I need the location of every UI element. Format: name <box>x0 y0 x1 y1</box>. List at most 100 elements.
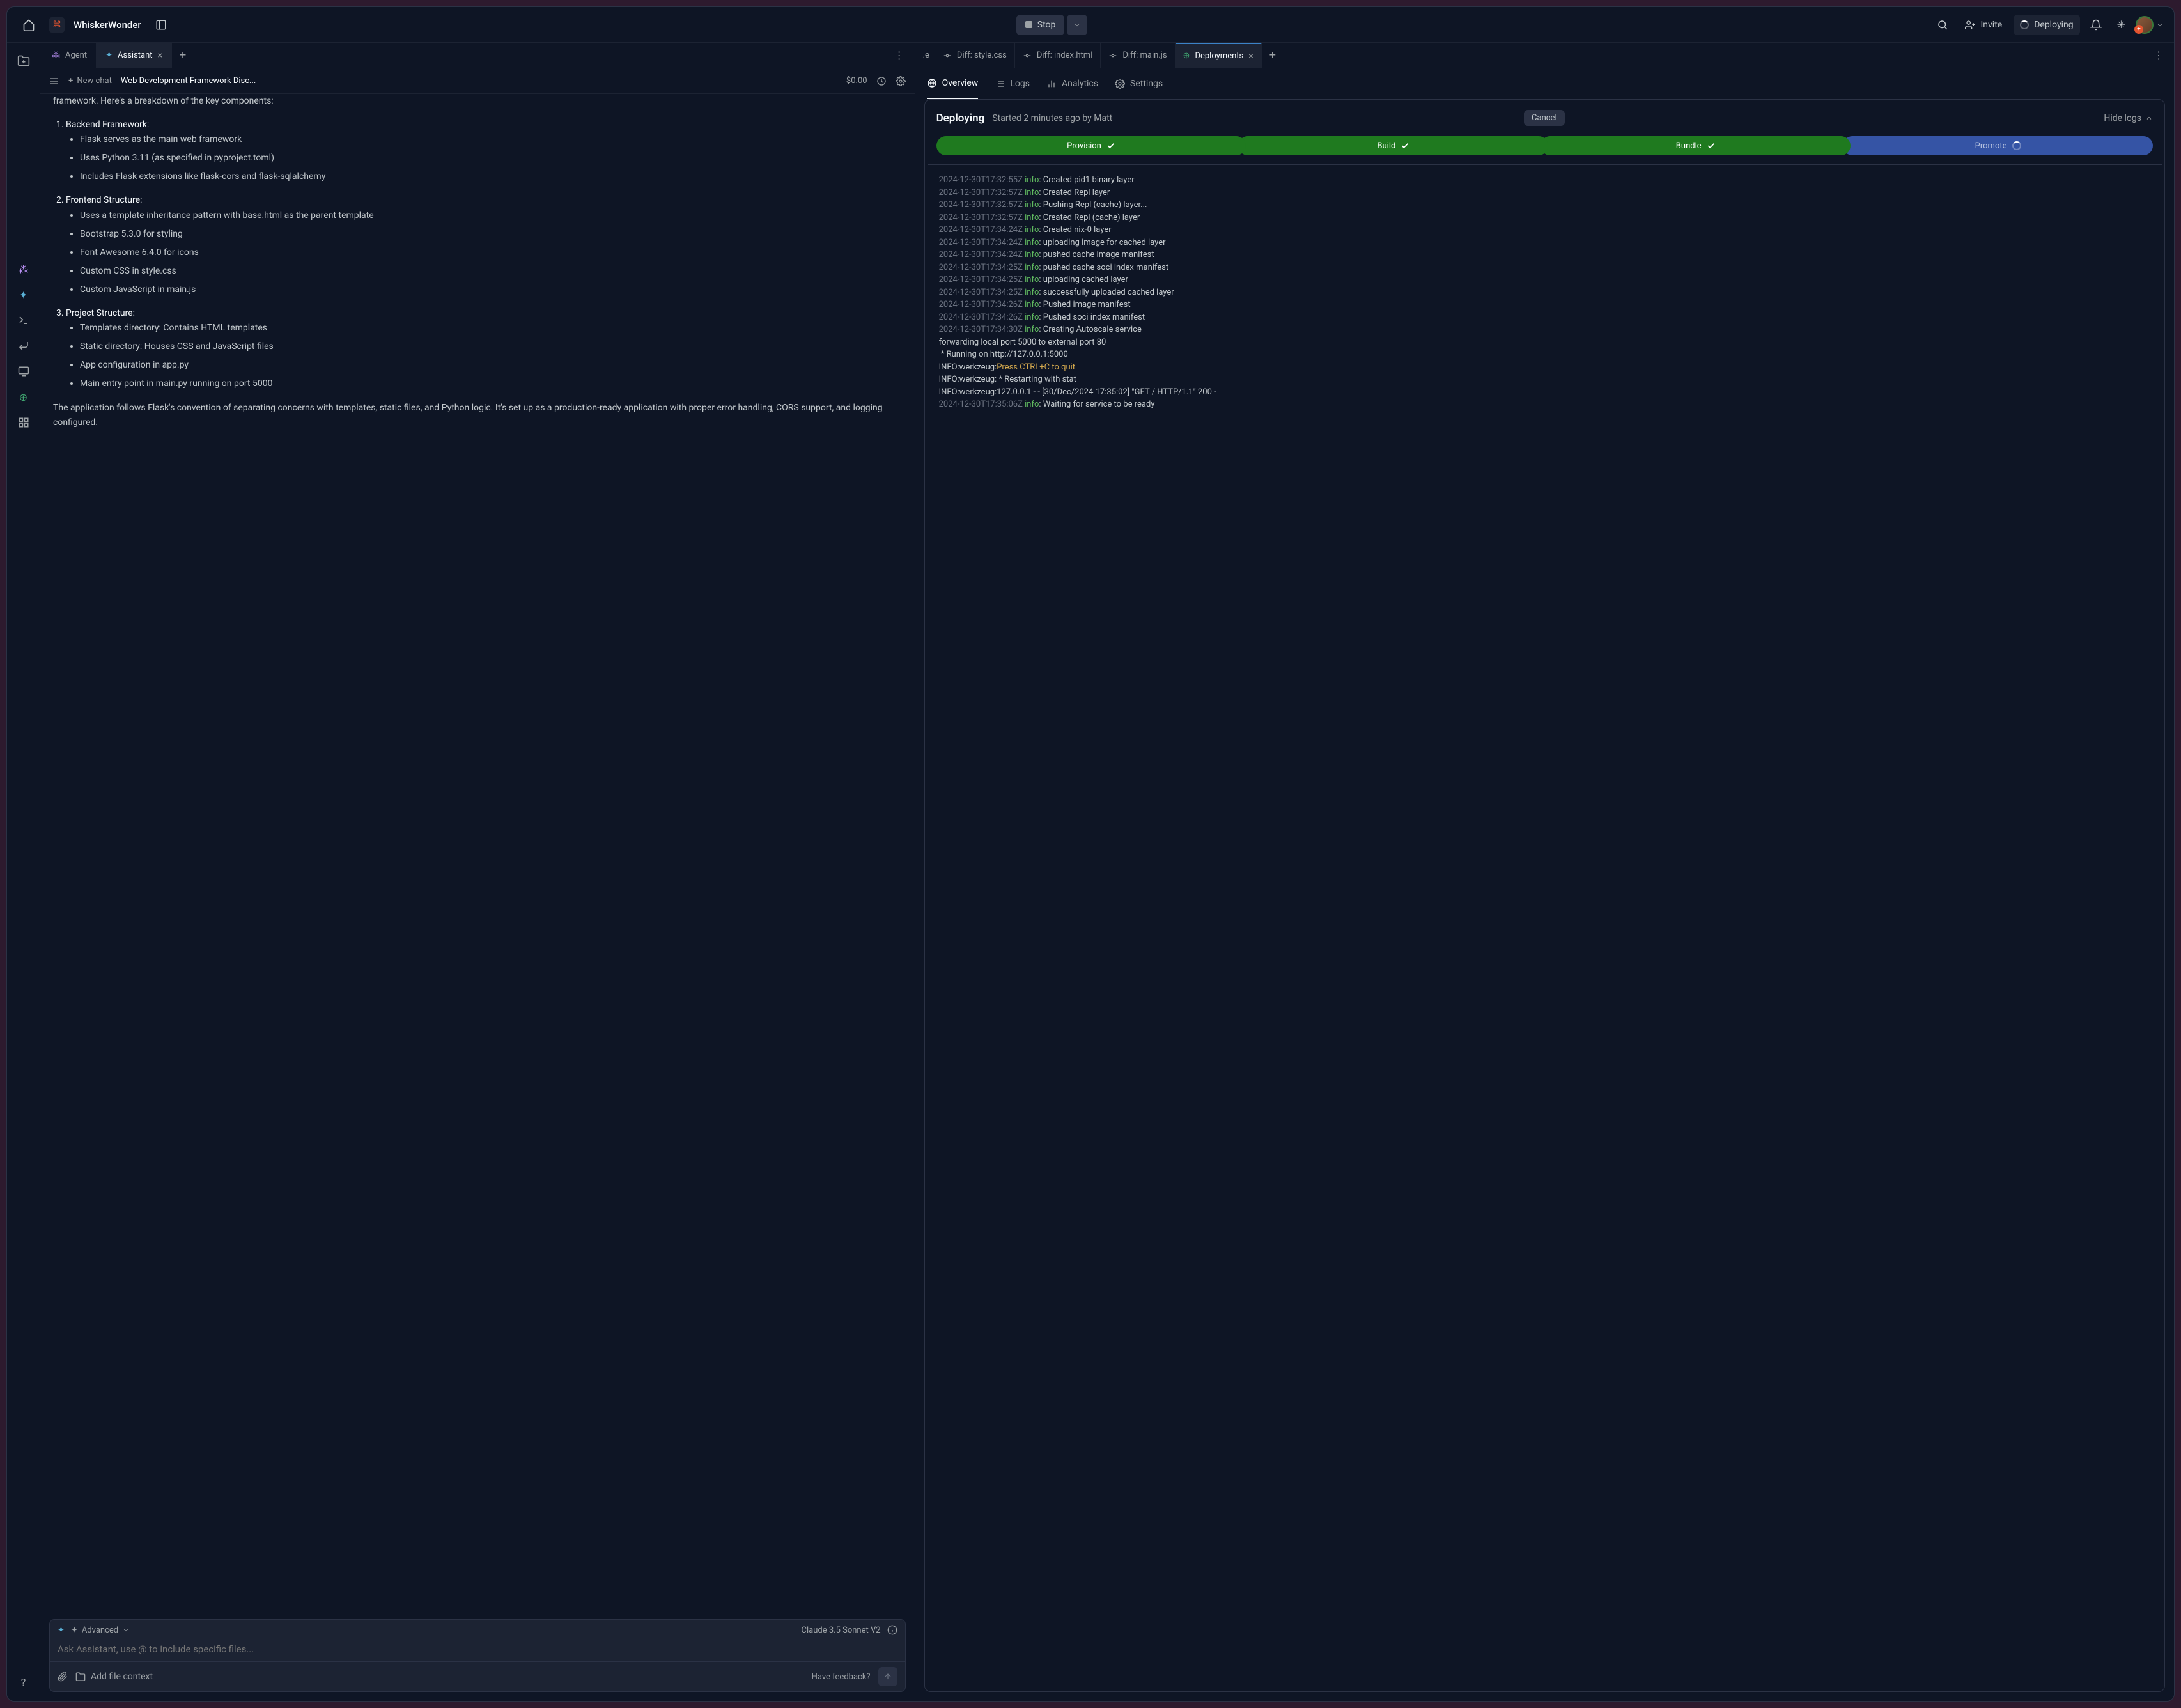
new-file-icon[interactable] <box>11 48 36 74</box>
add-tab-button[interactable]: + <box>1262 49 1284 62</box>
pill-promote: Promote <box>1843 136 2153 155</box>
list-item: Uses Python 3.11 (as specified in pyproj… <box>80 151 902 166</box>
close-icon[interactable]: × <box>1248 51 1253 61</box>
log-line: 2024-12-30T17:32:57Z info: Created Repl … <box>939 187 2150 199</box>
run-dropdown-button[interactable] <box>1067 15 1087 35</box>
rail-apps-icon[interactable] <box>12 411 35 434</box>
deploying-label: Deploying <box>2034 20 2073 30</box>
subtab-overview[interactable]: Overview <box>927 68 979 99</box>
composer-input[interactable] <box>58 1643 897 1655</box>
subtab-analytics[interactable]: Analytics <box>1046 68 1098 99</box>
chevron-down-icon <box>2156 21 2164 29</box>
log-line: INFO:werkzeug:Press CTRL+C to quit <box>939 361 2150 374</box>
log-line: 2024-12-30T17:34:25Z info: pushed cache … <box>939 261 2150 274</box>
spinner-icon <box>2012 141 2021 150</box>
composer: ✦ ✦ Advanced Claude 3.5 Sonnet V2 <box>49 1619 906 1692</box>
chat-text: The application follows Flask's conventi… <box>53 401 902 430</box>
rail-deploy-icon[interactable]: ⊕ <box>12 385 35 408</box>
deploy-title: Deploying <box>936 112 985 125</box>
deploy-panel: Deploying Started 2 minutes ago by Matt … <box>924 99 2165 1692</box>
left-tabs: ⁂ Agent ✦ Assistant × + ⋮ <box>40 43 915 68</box>
log-line: forwarding local port 5000 to external p… <box>939 336 2150 349</box>
git-commit-icon <box>943 51 952 60</box>
feedback-link[interactable]: Have feedback? <box>812 1672 871 1682</box>
deploying-status[interactable]: Deploying <box>2014 15 2079 35</box>
settings-icon[interactable] <box>896 76 906 86</box>
tab-diff-style[interactable]: Diff: style.css <box>935 43 1015 68</box>
info-icon[interactable] <box>887 1625 897 1635</box>
tab-deployments[interactable]: ⊕ Deployments × <box>1176 43 1262 68</box>
avatar: + <box>2136 16 2154 34</box>
tab-more-icon[interactable]: ⋮ <box>887 49 912 61</box>
rail-assistant-icon[interactable]: ✦ <box>12 283 35 306</box>
search-icon[interactable] <box>1932 14 1953 36</box>
chart-icon <box>1046 79 1057 89</box>
list-item: Includes Flask extensions like flask-cor… <box>80 169 902 184</box>
invite-label: Invite <box>1980 20 2002 30</box>
sparkle-icon: ✦ <box>71 1626 78 1635</box>
git-commit-icon <box>1023 51 1032 60</box>
log-line: 2024-12-30T17:34:25Z info: uploading cac… <box>939 274 2150 286</box>
rail-ai-icon[interactable]: ⁂ <box>12 258 35 281</box>
project-name[interactable]: WhiskerWonder <box>74 19 141 31</box>
list-item: App configuration in app.py <box>80 358 902 373</box>
cancel-button[interactable]: Cancel <box>1524 110 1565 126</box>
chat-subheader: +New chat Web Development Framework Disc… <box>40 68 915 94</box>
repl-icon: ⌘ <box>49 17 65 33</box>
check-icon <box>1707 141 1716 150</box>
add-tab-button[interactable]: + <box>172 49 194 62</box>
list-item: Custom CSS in style.css <box>80 264 902 279</box>
list-item: Main entry point in main.py running on p… <box>80 377 902 391</box>
send-button[interactable] <box>878 1667 897 1686</box>
chevron-up-icon <box>2145 114 2153 122</box>
log-line: 2024-12-30T17:34:25Z info: successfully … <box>939 286 2150 299</box>
rail-run-icon[interactable] <box>12 309 35 332</box>
close-icon[interactable]: × <box>158 50 162 61</box>
history-icon[interactable] <box>49 76 59 86</box>
stop-icon <box>1025 21 1032 28</box>
tab-assistant[interactable]: ✦ Assistant × <box>97 43 172 68</box>
tab-diff-main[interactable]: Diff: main.js <box>1101 43 1175 68</box>
panel-layout-icon[interactable] <box>150 14 172 36</box>
grid-icon <box>927 78 937 88</box>
tab-fragment[interactable]: .e <box>918 43 935 68</box>
chat-cost: $0.00 <box>846 76 867 86</box>
log-line: 2024-12-30T17:34:24Z info: uploading ima… <box>939 237 2150 249</box>
rail-shell-icon[interactable] <box>12 334 35 357</box>
home-icon[interactable] <box>17 13 40 36</box>
chevron-down-icon <box>122 1626 130 1634</box>
log-line: 2024-12-30T17:32:55Z info: Created pid1 … <box>939 174 2150 187</box>
advanced-toggle[interactable]: ✦ Advanced <box>71 1626 130 1635</box>
rail-preview-icon[interactable] <box>12 360 35 383</box>
chat-body[interactable]: framework. Here's a breakdown of the key… <box>40 94 915 1619</box>
log-line: 2024-12-30T17:35:06Z info: Waiting for s… <box>939 398 2150 411</box>
assistant-icon: ✦ <box>58 1626 65 1635</box>
list-item: Backend Framework: Flask serves as the m… <box>66 118 902 184</box>
stop-button[interactable]: Stop <box>1016 15 1065 35</box>
tab-agent[interactable]: ⁂ Agent <box>43 43 97 68</box>
log-line: INFO:werkzeug:127.0.0.1 - - [30/Dec/2024… <box>939 386 2150 399</box>
new-chat-button[interactable]: +New chat <box>68 76 112 86</box>
invite-button[interactable]: Invite <box>1959 15 2008 35</box>
user-menu[interactable]: + <box>2136 16 2164 34</box>
check-icon <box>1401 141 1409 150</box>
tab-diff-index[interactable]: Diff: index.html <box>1015 43 1101 68</box>
chat-title: Web Development Framework Disc... <box>121 76 837 86</box>
subtab-logs[interactable]: Logs <box>995 68 1030 99</box>
deploy-logs[interactable]: 2024-12-30T17:32:55Z info: Created pid1 … <box>928 164 2162 1691</box>
notifications-icon[interactable] <box>2085 14 2107 36</box>
model-label[interactable]: Claude 3.5 Sonnet V2 <box>802 1626 881 1635</box>
gauge-icon[interactable] <box>876 76 887 86</box>
pill-provision: Provision <box>936 136 1246 155</box>
tab-more-icon[interactable]: ⋮ <box>2146 49 2171 61</box>
progress-pills: Provision Build Bundle Promote <box>925 136 2164 164</box>
theme-icon[interactable]: ✳ <box>2112 13 2131 36</box>
hide-logs-toggle[interactable]: Hide logs <box>2104 113 2153 123</box>
log-line: INFO:werkzeug: * Restarting with stat <box>939 373 2150 386</box>
attach-icon[interactable] <box>58 1672 68 1682</box>
help-icon[interactable]: ? <box>12 1670 35 1693</box>
log-line: 2024-12-30T17:34:24Z info: Created nix-0… <box>939 224 2150 237</box>
add-file-context[interactable]: Add file context <box>75 1672 153 1682</box>
log-line: * Running on http://127.0.0.1:5000 <box>939 348 2150 361</box>
subtab-settings[interactable]: Settings <box>1115 68 1163 99</box>
